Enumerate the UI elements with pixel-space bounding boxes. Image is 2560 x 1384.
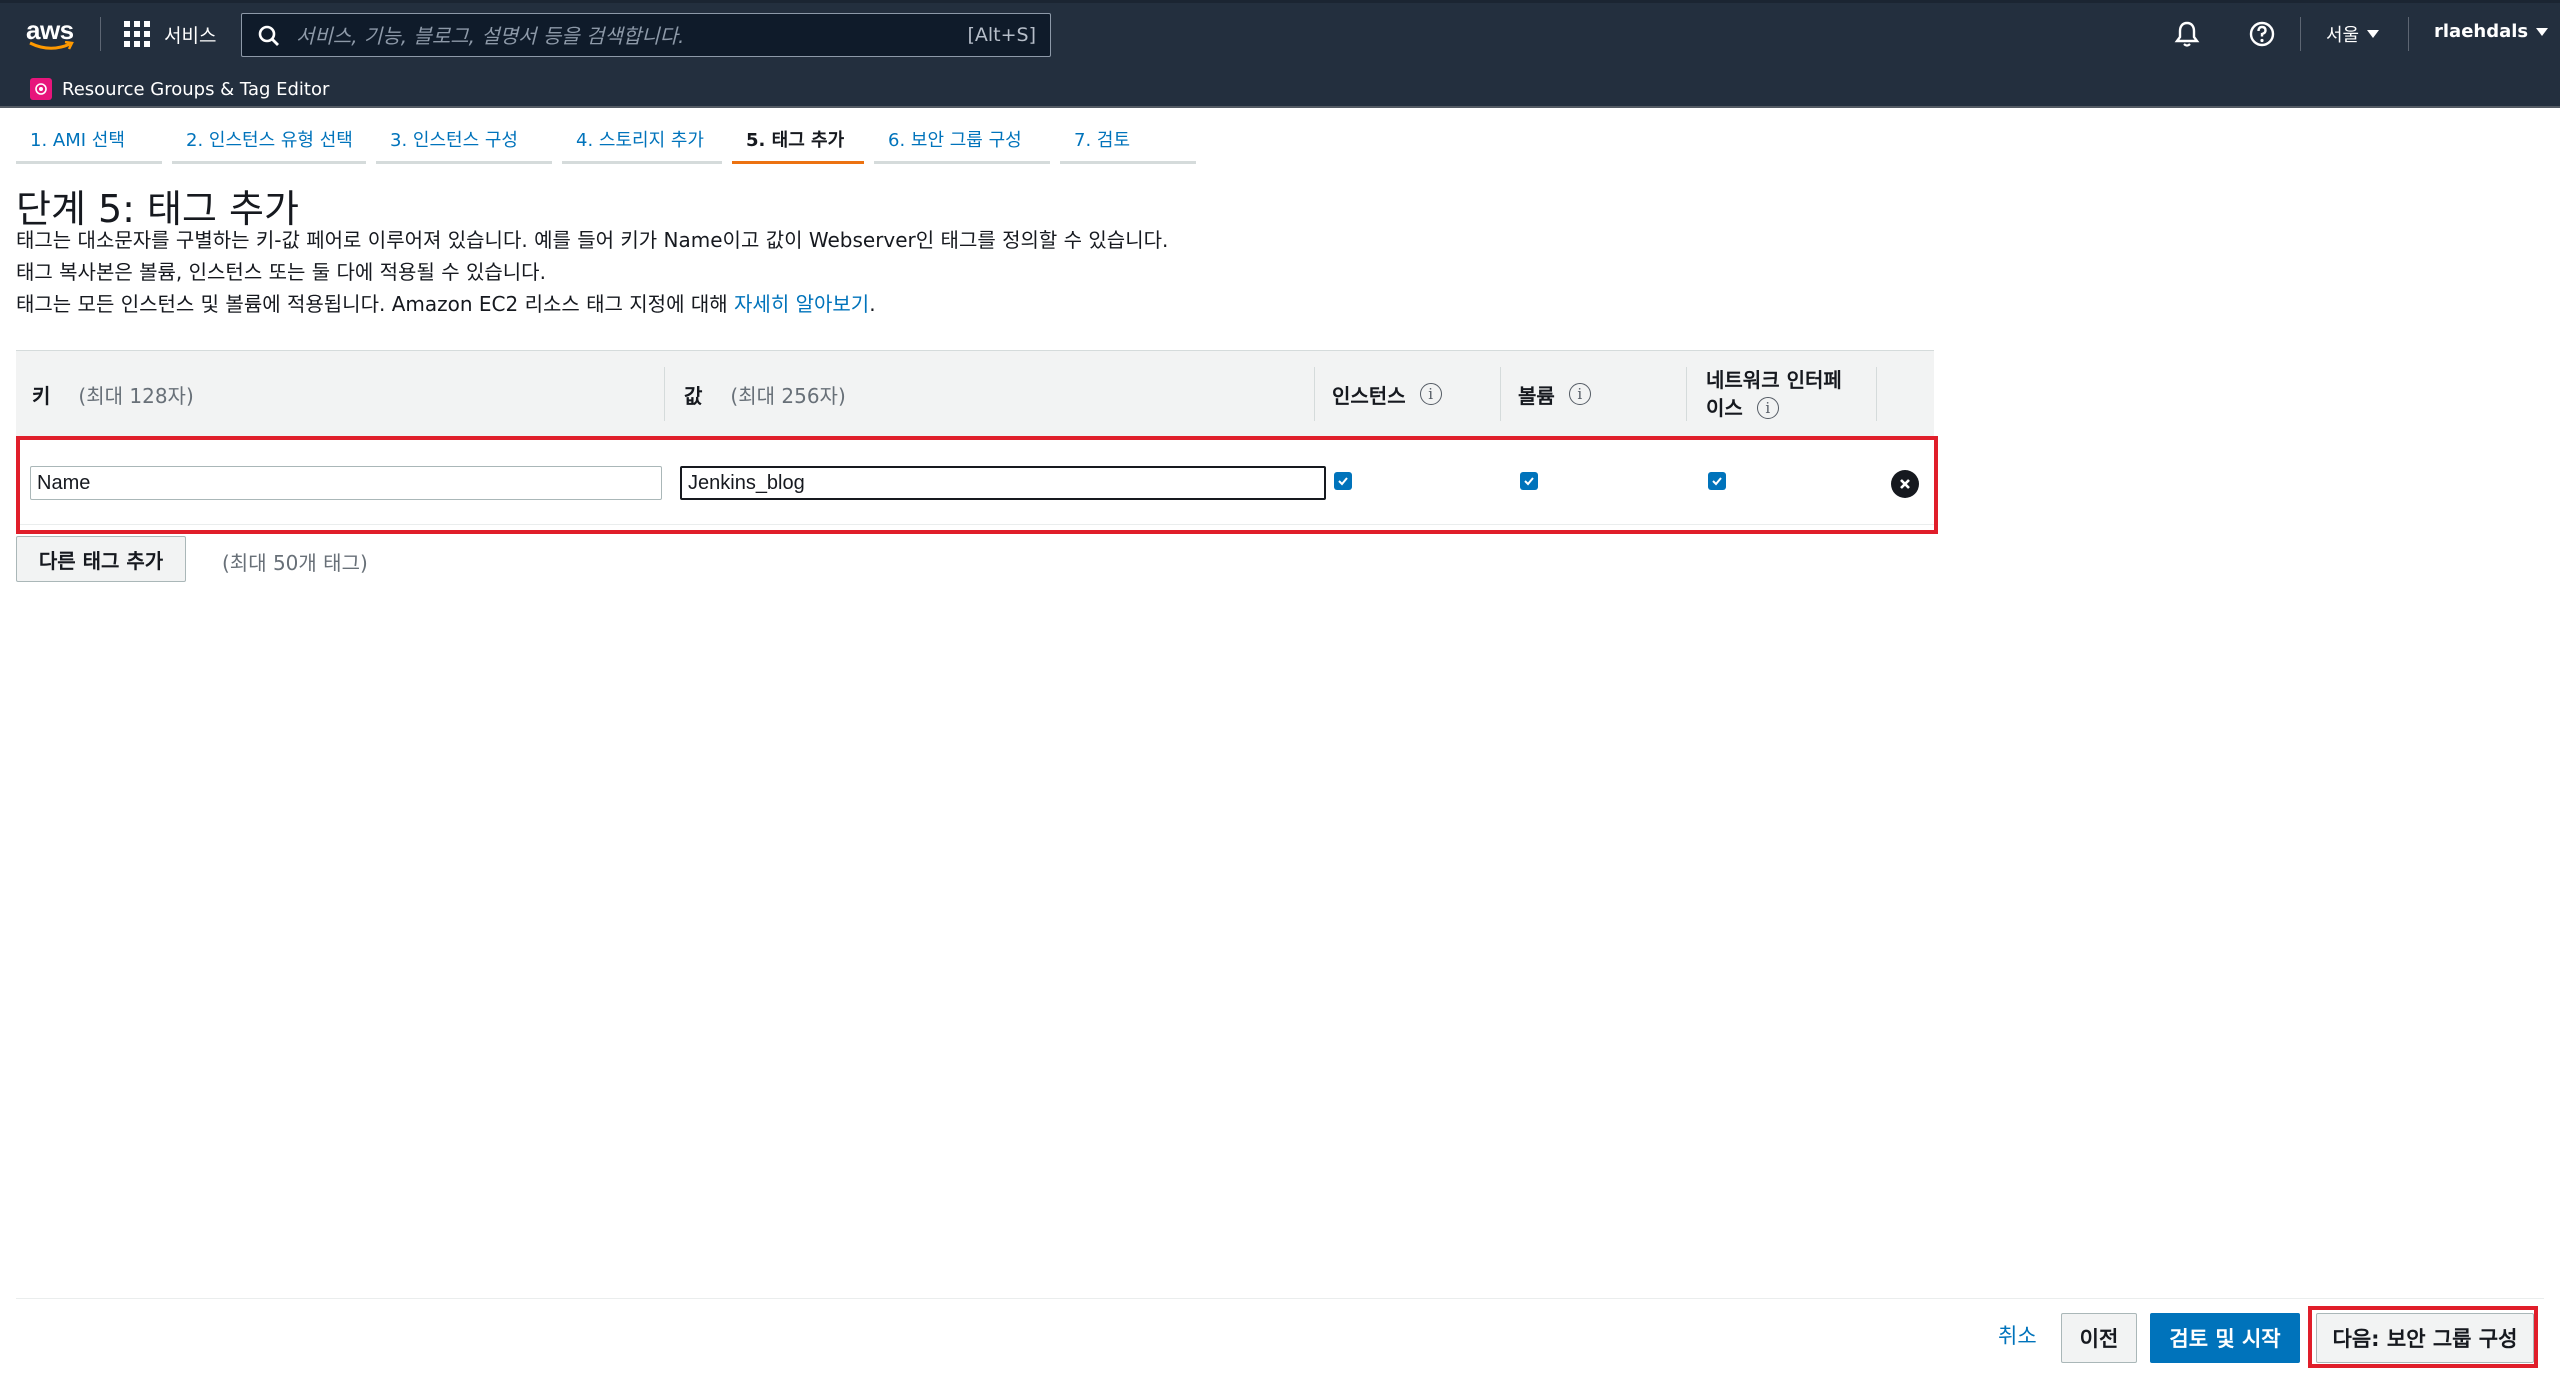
aws-logo[interactable]: aws [26, 15, 78, 55]
bell-icon[interactable] [2172, 19, 2202, 49]
value-header-label: 값 [684, 383, 703, 408]
favorite-resource-groups[interactable]: Resource Groups & Tag Editor [30, 78, 329, 100]
account-menu[interactable]: rlaehdals [2434, 21, 2549, 42]
column-divider [1876, 367, 1877, 421]
nav-border [0, 106, 2560, 108]
learn-more-link[interactable]: 자세히 알아보기 [734, 292, 869, 316]
column-divider [1686, 367, 1687, 421]
cancel-button[interactable]: 취소 [1998, 1320, 2037, 1350]
description-line-1: 태그는 대소문자를 구별하는 키-값 페어로 이루어져 있습니다. 예를 들어 … [16, 228, 1169, 252]
region-label: 서울 [2326, 25, 2360, 46]
account-name: rlaehdals [2434, 21, 2529, 42]
nav-divider [100, 17, 101, 51]
tag-value-input[interactable] [680, 466, 1326, 500]
key-header-label: 키 [32, 383, 51, 408]
step-add-tags[interactable]: 5. 태그 추가 [732, 118, 864, 164]
search-input[interactable] [294, 14, 998, 58]
help-icon[interactable] [2247, 19, 2277, 49]
close-icon [1900, 479, 1910, 489]
caret-down-icon [2536, 27, 2549, 36]
previous-button[interactable]: 이전 [2061, 1313, 2137, 1363]
step-instance-type[interactable]: 2. 인스턴스 유형 선택 [172, 118, 366, 164]
remove-tag-button[interactable] [1891, 470, 1919, 498]
network-interfaces-column-header: 네트워크 인터페 이스 i [1706, 351, 1842, 437]
column-divider [1314, 367, 1315, 421]
next-security-group-button[interactable]: 다음: 보안 그룹 구성 [2316, 1313, 2534, 1363]
nav-divider [2408, 17, 2409, 51]
check-icon [1338, 477, 1348, 486]
wizard-steps: 1. AMI 선택 2. 인스턴스 유형 선택 3. 인스턴스 구성 4. 스토… [16, 118, 1196, 164]
step-review[interactable]: 7. 검토 [1060, 118, 1196, 164]
description-line-3: 태그는 모든 인스턴스 및 볼륨에 적용됩니다. Amazon EC2 리소스 … [16, 288, 876, 317]
search-shortcut: [Alt+S] [967, 24, 1036, 46]
review-and-launch-button[interactable]: 검토 및 시작 [2150, 1313, 2300, 1363]
nav-divider [2300, 17, 2301, 51]
key-header-hint: (최대 128자) [78, 383, 194, 408]
value-column-header: 값 (최대 256자) [684, 351, 846, 437]
top-navigation: aws 서비스 [Alt+S] 서울 rlaehdals Resource Gr… [0, 0, 2560, 108]
description-text: 태그는 모든 인스턴스 및 볼륨에 적용됩니다. Amazon EC2 리소스 … [16, 292, 735, 316]
step-add-storage[interactable]: 4. 스토리지 추가 [562, 118, 722, 164]
tag-key-input[interactable] [30, 466, 662, 500]
caret-down-icon [2367, 30, 2380, 38]
step-configure-instance[interactable]: 3. 인스턴스 구성 [376, 118, 552, 164]
check-icon [1524, 477, 1534, 486]
value-header-hint: (최대 256자) [730, 383, 846, 408]
column-divider [1500, 367, 1501, 421]
favorite-label: Resource Groups & Tag Editor [62, 78, 330, 100]
grid-icon [124, 21, 150, 47]
step-security-group[interactable]: 6. 보안 그룹 구성 [874, 118, 1050, 164]
column-divider [664, 367, 665, 421]
network-interfaces-checkbox[interactable] [1708, 472, 1726, 490]
instances-checkbox[interactable] [1334, 472, 1352, 490]
step-ami[interactable]: 1. AMI 선택 [16, 118, 162, 164]
tag-table-header: 키 (최대 128자) 값 (최대 256자) 인스턴스 i 볼륨 i 네트워크… [16, 350, 1934, 437]
info-icon[interactable]: i [1419, 383, 1442, 405]
footer-divider [16, 1298, 2544, 1299]
tag-row [16, 436, 1934, 525]
info-icon[interactable]: i [1568, 383, 1591, 405]
services-label: 서비스 [164, 24, 217, 47]
resource-groups-icon [30, 78, 52, 100]
region-selector[interactable]: 서울 [2326, 21, 2380, 47]
key-column-header: 키 (최대 128자) [32, 351, 194, 437]
add-tag-button[interactable]: 다른 태그 추가 [16, 536, 186, 582]
max-tags-hint: (최대 50개 태그) [222, 551, 368, 575]
description-line-2: 태그 복사본은 볼륨, 인스턴스 또는 둘 다에 적용될 수 있습니다. [16, 260, 546, 284]
eni-header-line-2: 이스 [1706, 396, 1743, 420]
description-end: . [869, 292, 876, 316]
search-box[interactable]: [Alt+S] [241, 13, 1051, 58]
volumes-header-label: 볼륨 [1518, 383, 1555, 408]
check-icon [1712, 477, 1722, 486]
volumes-column-header: 볼륨 i [1518, 351, 1591, 437]
info-icon[interactable]: i [1756, 397, 1779, 419]
instances-column-header: 인스턴스 i [1332, 351, 1442, 437]
instances-header-label: 인스턴스 [1332, 383, 1406, 408]
services-menu-button[interactable]: 서비스 [124, 13, 216, 55]
volumes-checkbox[interactable] [1520, 472, 1538, 490]
eni-header-line-1: 네트워크 인터페 [1706, 368, 1842, 392]
search-icon [258, 25, 279, 46]
